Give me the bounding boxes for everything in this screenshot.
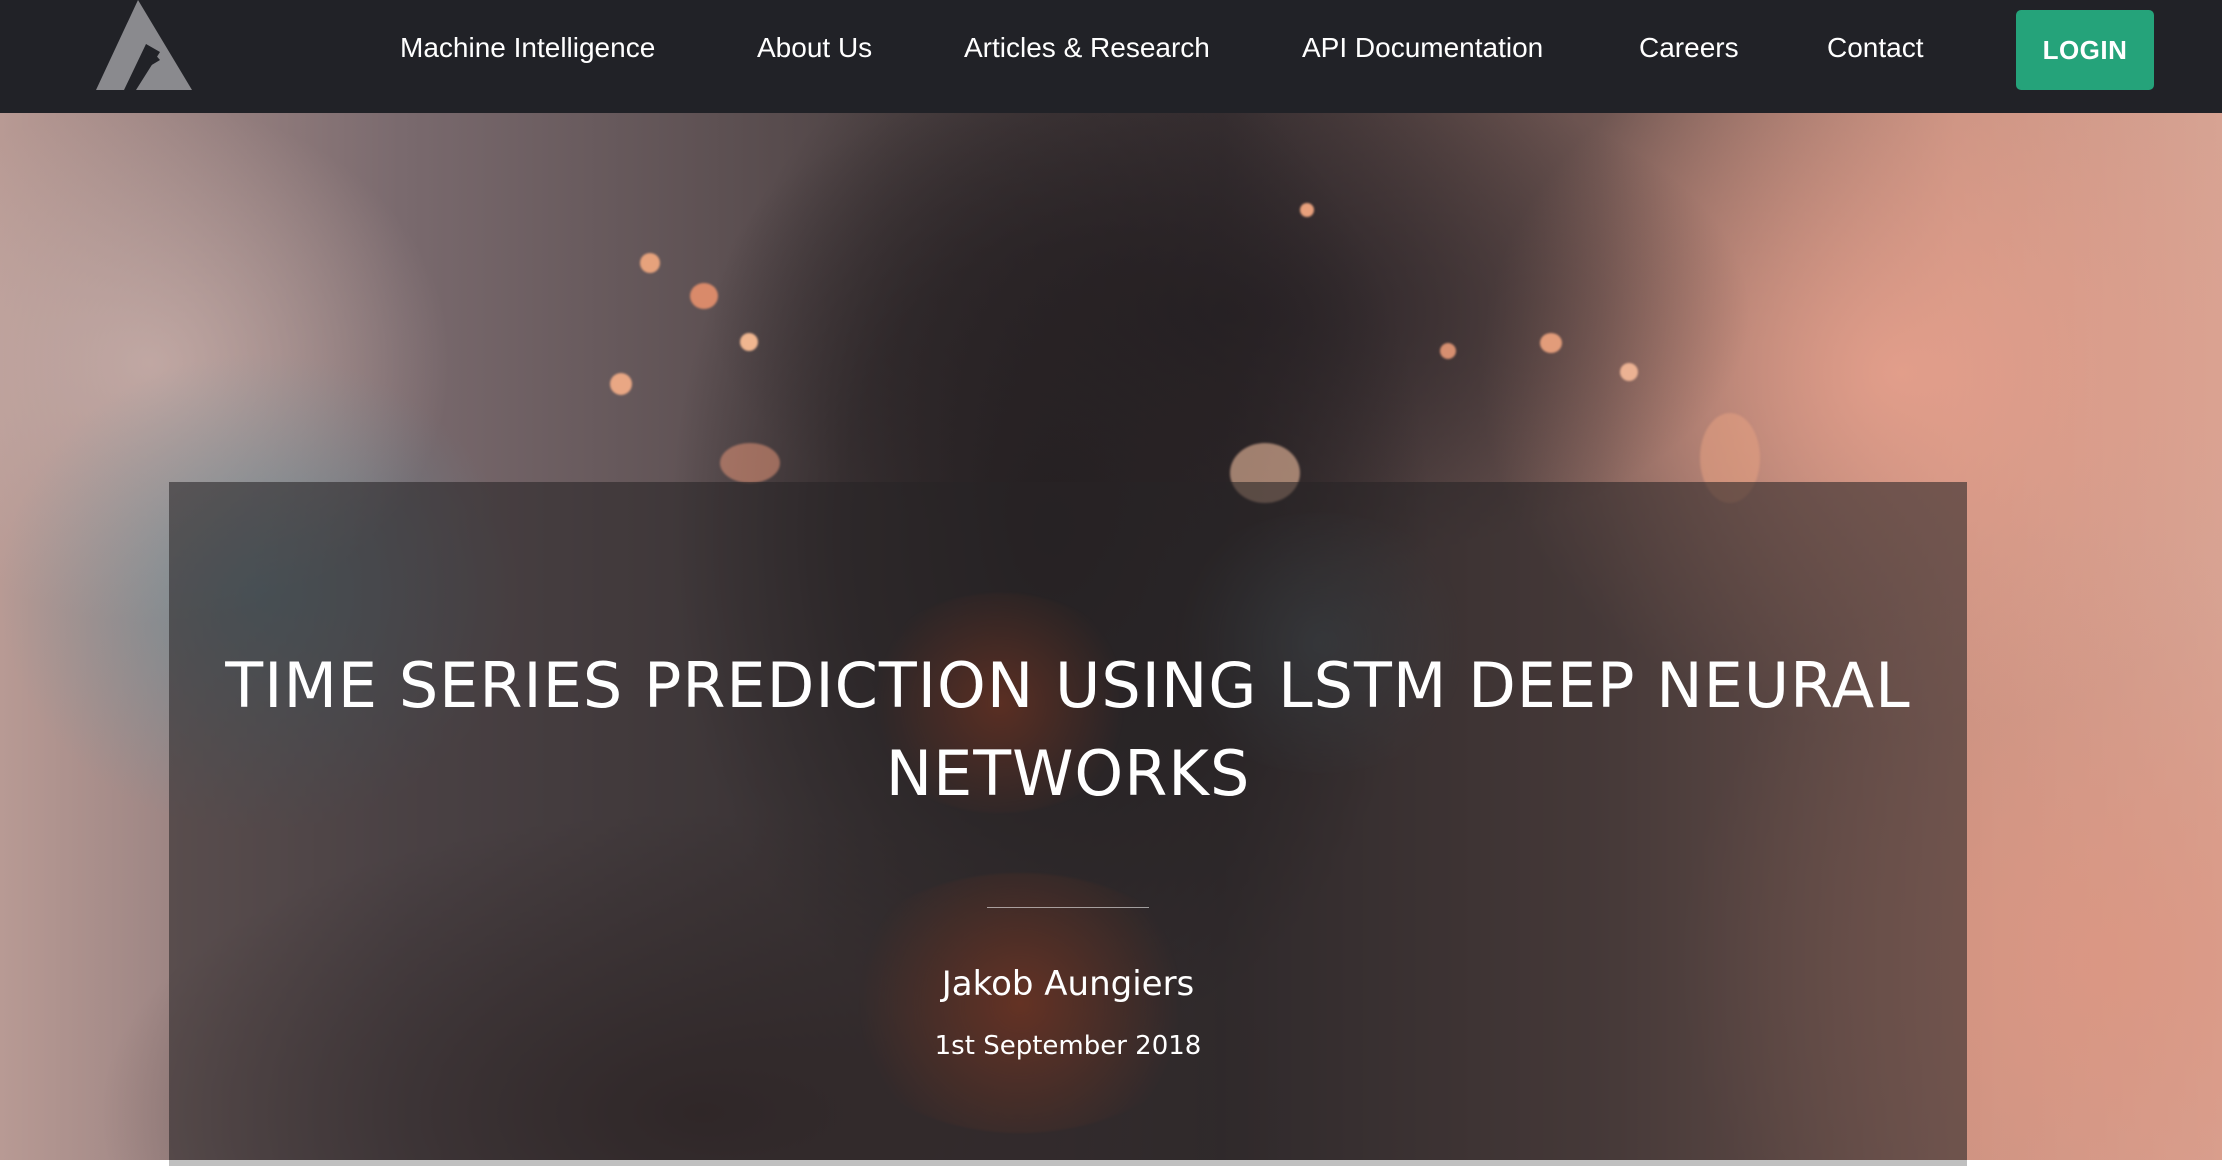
divider	[987, 907, 1149, 908]
splash-droplet	[640, 253, 660, 273]
login-button[interactable]: LOGIN	[2016, 10, 2154, 90]
splash-droplet	[720, 443, 780, 483]
splash-droplet	[690, 283, 718, 309]
nav-link-api-documentation[interactable]: API Documentation	[1302, 28, 1543, 68]
post-header-card: TIME SERIES PREDICTION USING LSTM DEEP N…	[169, 482, 1967, 1160]
splash-droplet	[740, 333, 758, 351]
top-navbar: Machine Intelligence About Us Articles &…	[0, 0, 2222, 113]
splash-droplet	[1540, 333, 1562, 353]
splash-droplet	[1620, 363, 1638, 381]
post-date: 1st September 2018	[934, 1031, 1202, 1061]
splash-droplet	[1440, 343, 1456, 359]
post-author: Jakob Aungiers	[941, 964, 1195, 1004]
nav-link-articles-research[interactable]: Articles & Research	[964, 28, 1210, 68]
nav-links: Machine Intelligence About Us Articles &…	[0, 0, 2222, 98]
content-edge	[169, 1160, 1967, 1166]
nav-link-careers[interactable]: Careers	[1639, 28, 1739, 68]
nav-link-contact[interactable]: Contact	[1827, 28, 1924, 68]
bottom-strip	[0, 1160, 2222, 1172]
nav-link-about-us[interactable]: About Us	[757, 28, 872, 68]
post-title: TIME SERIES PREDICTION USING LSTM DEEP N…	[225, 649, 1911, 810]
page: Machine Intelligence About Us Articles &…	[0, 0, 2222, 1172]
nav-link-machine-intelligence[interactable]: Machine Intelligence	[400, 28, 655, 68]
splash-droplet	[610, 373, 632, 395]
splash-droplet	[1300, 203, 1314, 217]
